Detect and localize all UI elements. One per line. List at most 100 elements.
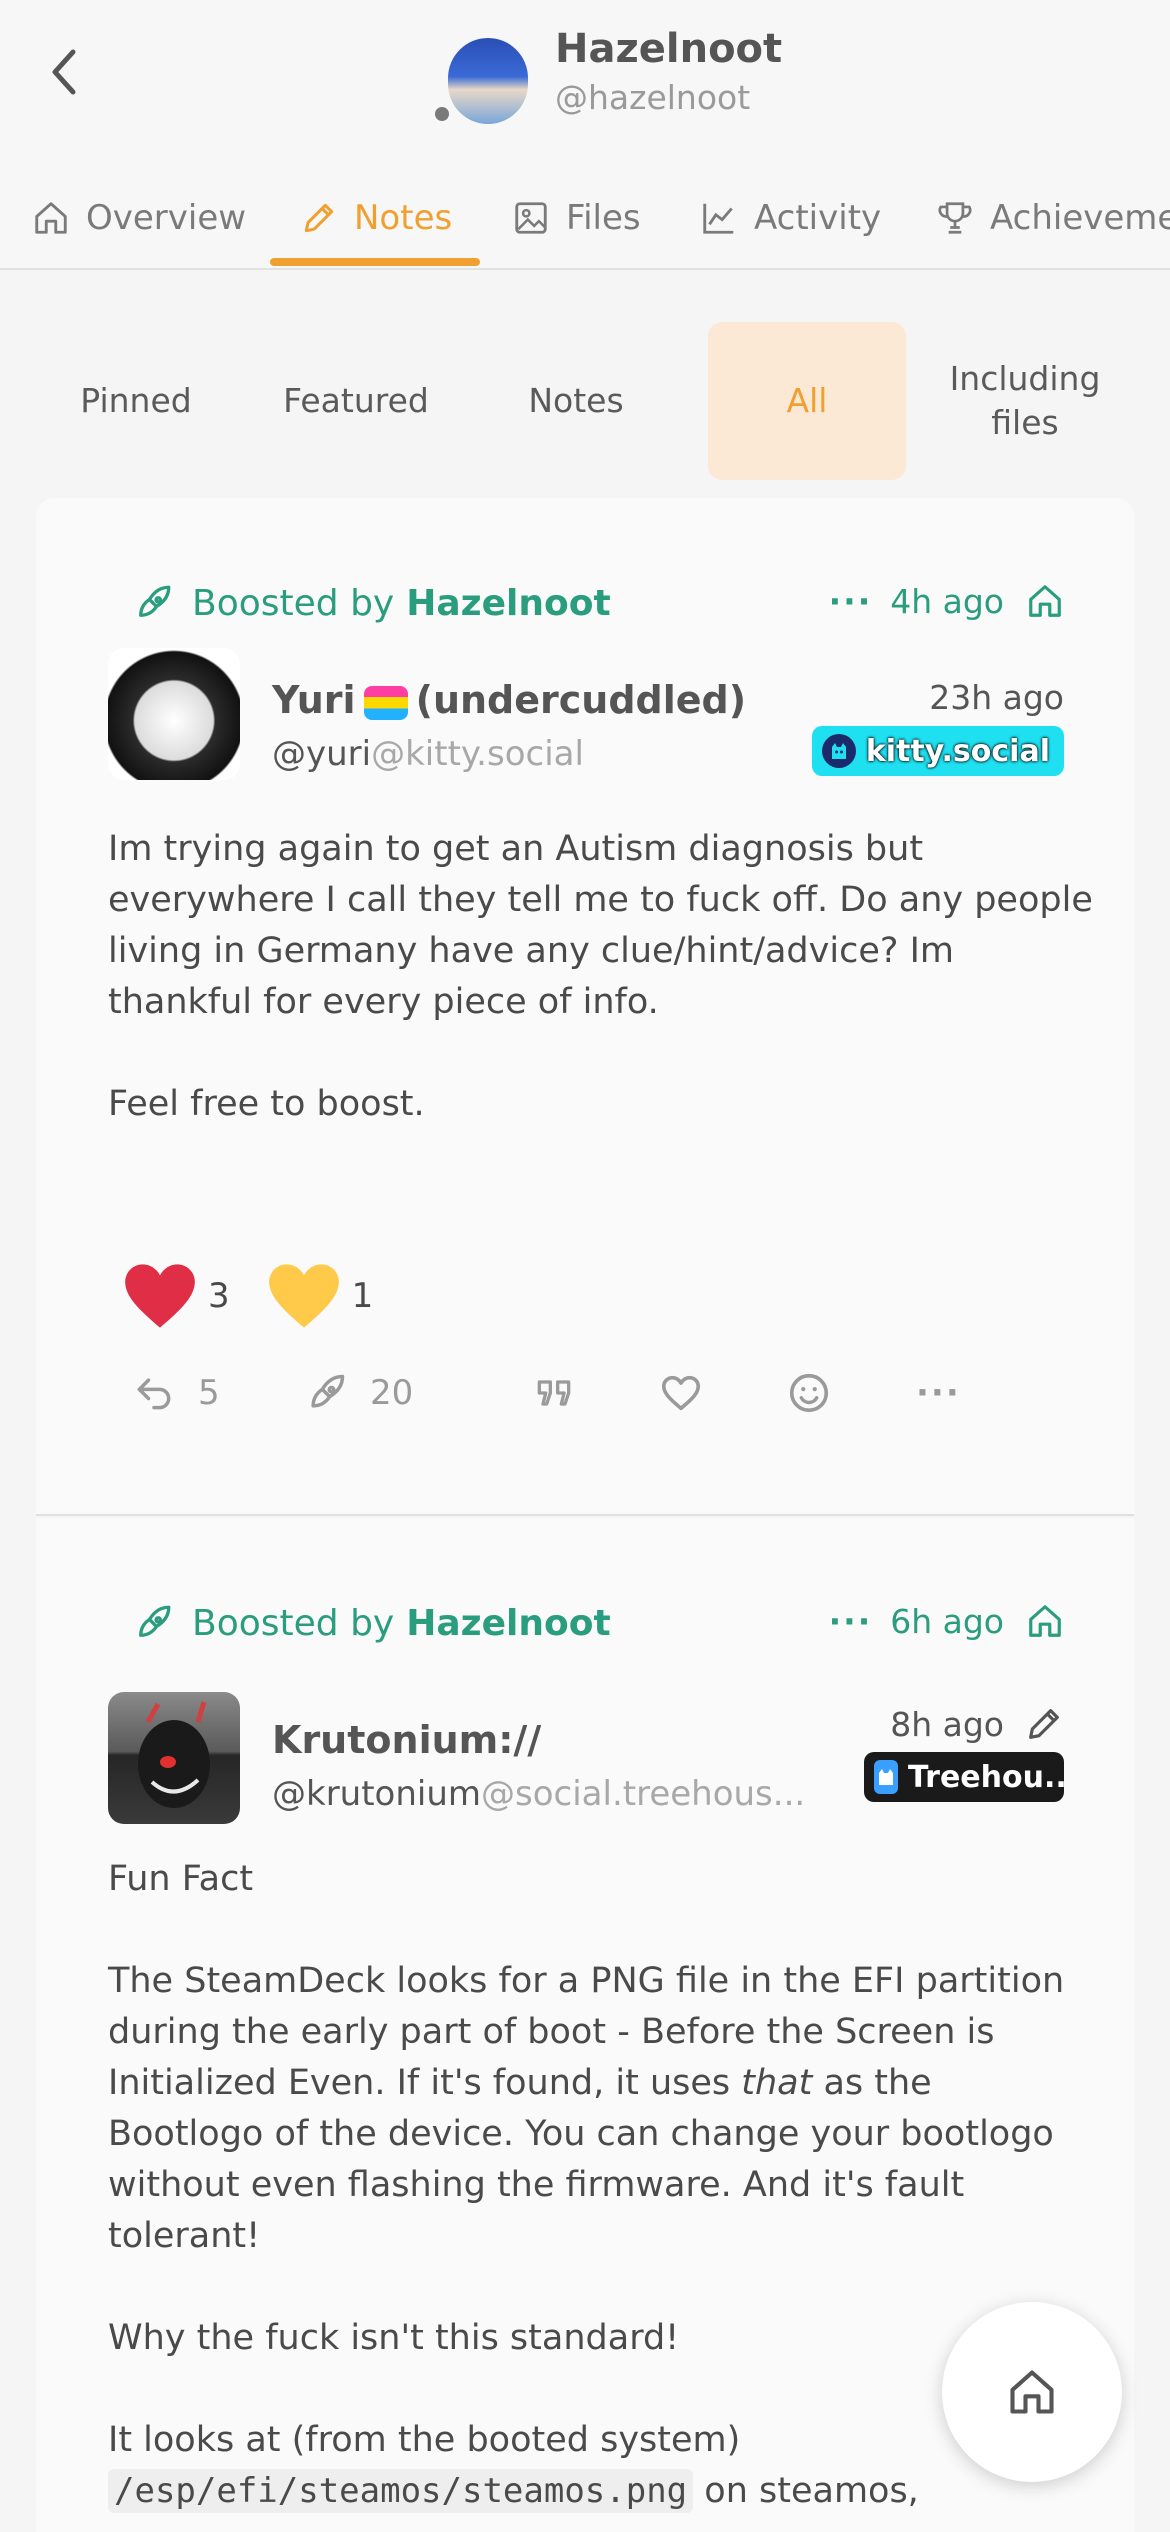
reply-count: 5: [198, 1373, 220, 1413]
quote-icon: [537, 1380, 571, 1406]
note-time[interactable]: 8h ago: [890, 1704, 1064, 1744]
tab-activity[interactable]: Activity: [700, 168, 881, 268]
note-text-segment: on steamos,: [693, 2471, 919, 2511]
profile-avatar[interactable]: [448, 38, 528, 124]
boost-meta: ··· 4h ago: [829, 576, 1064, 626]
note-inline-code: /esp/efi/steamos/steamos.png: [108, 2469, 694, 2513]
note-content: Im trying again to get an Autism diagnos…: [108, 824, 1098, 1130]
smiley-icon: [789, 1373, 829, 1413]
rocket-icon: [139, 585, 171, 617]
booster-name[interactable]: Hazelnoot: [406, 583, 610, 624]
reply-button[interactable]: 5: [132, 1358, 220, 1428]
boost-menu-button[interactable]: ···: [829, 582, 873, 621]
tab-achievements[interactable]: Achieveme: [936, 168, 1170, 268]
author-avatar[interactable]: [108, 648, 240, 780]
author-name-suffix: (undercuddled): [415, 678, 747, 722]
author-name-text: Yuri: [272, 678, 356, 722]
custom-emoji-icon: [363, 685, 408, 720]
heart-outline-icon: [661, 1375, 701, 1411]
author-host: @kitty.social: [371, 734, 584, 774]
note-actions: 5 20 ···: [132, 1358, 1052, 1428]
chevron-left-icon: [52, 49, 76, 95]
boost-info: Boosted by Hazelnoot: [132, 1598, 611, 1648]
boost-menu-button[interactable]: ···: [829, 1602, 873, 1641]
active-tab-indicator: [270, 258, 480, 266]
author-name[interactable]: Krutonium://: [272, 1718, 541, 1762]
rocket-icon: [139, 1605, 171, 1637]
chart-icon: [703, 203, 734, 234]
instance-name: kitty.social: [865, 733, 1050, 769]
instance-ticker[interactable]: kitty.social: [811, 726, 1064, 776]
home-icon: [1010, 2370, 1054, 2414]
reaction-red-heart[interactable]: 3: [122, 1261, 230, 1331]
subtab-notes[interactable]: Notes: [476, 322, 676, 480]
home-fab-button[interactable]: [942, 2302, 1122, 2482]
reaction-yellow-heart[interactable]: 1: [266, 1261, 374, 1331]
note-paragraph: The SteamDeck looks for a PNG file in th…: [108, 1956, 1098, 2262]
home-icon: [35, 202, 67, 234]
booster-name[interactable]: Hazelnoot: [406, 1603, 610, 1644]
renote-count: 20: [370, 1373, 414, 1413]
notes-filter-tabs: Pinned Featured Notes All Including file…: [36, 322, 1134, 480]
subtab-pinned[interactable]: Pinned: [36, 322, 236, 480]
boost-time[interactable]: 6h ago: [890, 1602, 1004, 1641]
trophy-icon: [938, 202, 972, 234]
boost-meta: ··· 6h ago: [829, 1596, 1064, 1646]
tab-overview[interactable]: Overview: [32, 168, 246, 268]
renote-button[interactable]: 20: [304, 1358, 413, 1428]
instance-ticker[interactable]: Treehou...: [864, 1752, 1064, 1802]
note-emphasis: that: [741, 2063, 813, 2103]
home-visibility-icon: [1029, 1605, 1061, 1637]
boost-prefix: Boosted by: [192, 582, 395, 624]
tab-notes[interactable]: Notes: [300, 168, 452, 268]
author-avatar[interactable]: [108, 1692, 240, 1824]
online-status-indicator: [432, 104, 452, 124]
profile-tabs: Overview Notes Files Activity Achieveme: [0, 168, 1170, 268]
author-host: @social.treehous...: [481, 1774, 806, 1814]
note-timestamp: 8h ago: [890, 1704, 1004, 1744]
reply-icon: [137, 1378, 171, 1410]
note-paragraph: It looks at (from the booted system) /es…: [108, 2415, 1098, 2517]
red-heart-emoji-icon: [125, 1264, 195, 1328]
note-paragraph: Im trying again to get an Autism diagnos…: [108, 829, 1093, 1022]
tab-label: Activity: [754, 198, 882, 238]
author-handle[interactable]: @yuri@kitty.social: [272, 734, 584, 774]
author-username: @yuri: [272, 734, 372, 774]
back-button[interactable]: [40, 42, 88, 102]
reaction-count: 3: [208, 1276, 230, 1316]
tab-files[interactable]: Files: [512, 168, 641, 268]
tab-label: Overview: [86, 198, 247, 238]
tab-label: Notes: [354, 198, 453, 238]
reaction-count: 1: [351, 1276, 374, 1316]
note-card: Boosted by Hazelnoot ··· 4h ago Yuri (und…: [36, 498, 1134, 1516]
boost-info: Boosted by Hazelnoot: [132, 578, 611, 628]
subtab-including-files[interactable]: Including files: [916, 322, 1134, 480]
note-paragraph: Feel free to boost.: [108, 1084, 425, 1124]
instance-name: Treehou...: [908, 1759, 1064, 1795]
reactions-bar: 3 1: [122, 1256, 409, 1336]
note-timestamp: 23h ago: [929, 678, 1064, 717]
author-handle[interactable]: @krutonium@social.treehous...: [272, 1774, 805, 1814]
profile-header: Hazelnoot @hazelnoot Overview Notes File…: [0, 0, 1170, 270]
quote-button[interactable]: [532, 1358, 576, 1428]
add-reaction-button[interactable]: [786, 1358, 832, 1428]
subtab-all[interactable]: All: [708, 322, 906, 480]
edited-pencil-icon: [1029, 1709, 1059, 1739]
boost-time[interactable]: 4h ago: [890, 582, 1004, 621]
note-paragraph: Fun Fact: [108, 1859, 254, 1899]
boost-prefix: Boosted by: [192, 1602, 395, 1644]
profile-name: Hazelnoot: [555, 26, 783, 72]
kitty-social-icon: [821, 734, 856, 768]
note-text-segment: It looks at (from the booted system): [108, 2420, 741, 2460]
tab-label: Achieveme: [990, 198, 1170, 238]
more-button[interactable]: ···: [916, 1358, 961, 1428]
note-time[interactable]: 23h ago: [929, 678, 1064, 717]
rocket-icon: [311, 1374, 345, 1408]
subtab-featured[interactable]: Featured: [246, 322, 466, 480]
author-name[interactable]: Yuri (undercuddled): [272, 678, 746, 722]
author-username: @krutonium: [272, 1774, 482, 1814]
like-button[interactable]: [658, 1358, 704, 1428]
profile-handle: @hazelnoot: [555, 78, 751, 117]
tab-label: Files: [566, 198, 641, 238]
image-icon: [515, 202, 547, 234]
